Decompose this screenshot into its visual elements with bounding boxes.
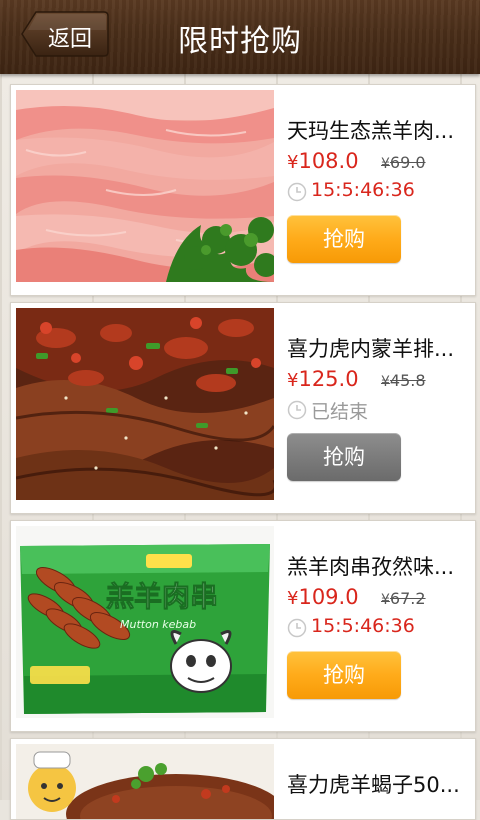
product-image — [16, 308, 274, 500]
product-name: 喜力虎羊蝎子50... — [287, 773, 460, 797]
product-name: 天玛生态羔羊肉... — [287, 119, 455, 143]
price-row: ¥108.0 ¥69.0 — [287, 149, 426, 175]
product-image — [16, 744, 274, 819]
original-price: ¥67.2 — [381, 589, 426, 608]
buy-button[interactable]: 抢购 — [287, 651, 401, 699]
app-header: 返回 限时抢购 — [0, 0, 480, 74]
countdown-text: 15:5:46:36 — [311, 615, 415, 637]
product-card[interactable]: 羔羊肉串 Mutton kebab 羔羊肉串孜然味... ¥109.0 ¥67.… — [10, 520, 476, 732]
countdown-text: 已结束 — [311, 401, 369, 423]
price-row: ¥125.0 ¥45.8 — [287, 367, 426, 393]
product-card[interactable]: 喜力虎内蒙羊排... ¥125.0 ¥45.8 已结束 抢购 — [10, 302, 476, 514]
package-subline: Mutton kebab — [120, 618, 196, 631]
product-name: 羔羊肉串孜然味... — [287, 555, 455, 579]
page-title: 限时抢购 — [178, 24, 302, 59]
current-price: ¥125.0 — [287, 367, 359, 391]
clock-icon — [287, 618, 307, 638]
price-row: ¥109.0 ¥67.2 — [287, 585, 426, 611]
original-price: ¥45.8 — [381, 371, 426, 390]
product-card[interactable]: 天玛生态羔羊肉... ¥108.0 ¥69.0 15:5:46:36 抢购 — [10, 84, 476, 296]
original-price: ¥69.0 — [381, 153, 426, 172]
current-price: ¥108.0 — [287, 149, 359, 173]
product-card[interactable]: 喜力虎羊蝎子50... — [10, 738, 476, 820]
countdown-text: 15:5:46:36 — [311, 179, 415, 201]
buy-button[interactable]: 抢购 — [287, 215, 401, 263]
package-headline: 羔羊肉串 — [106, 580, 218, 613]
product-image: 羔羊肉串 Mutton kebab — [16, 526, 274, 718]
clock-icon — [287, 400, 307, 420]
clock-icon — [287, 182, 307, 202]
product-name: 喜力虎内蒙羊排... — [287, 337, 455, 361]
current-price: ¥109.0 — [287, 585, 359, 609]
buy-button[interactable]: 抢购 — [287, 433, 401, 481]
product-image — [16, 90, 274, 282]
